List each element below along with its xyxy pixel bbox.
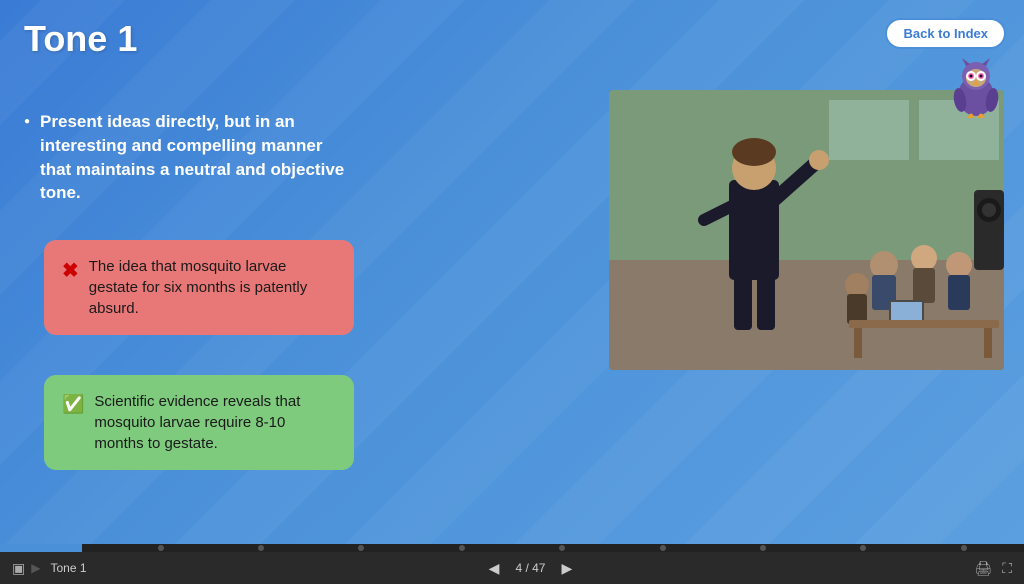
timeline-marker — [158, 545, 164, 551]
incorrect-example-text: The idea that mosquito larvae gestate fo… — [89, 256, 336, 319]
timeline-marker — [559, 545, 565, 551]
next-slide-button[interactable]: ▶ — [557, 560, 576, 577]
incorrect-example-box: ✖ The idea that mosquito larvae gestate … — [44, 240, 354, 335]
slides-icon: ▣ — [12, 560, 25, 577]
current-slide-label: Tone 1 — [46, 561, 86, 575]
lecture-image — [609, 90, 1004, 370]
page-counter: 4 / 47 — [509, 561, 551, 575]
correct-example-text: Scientific evidence reveals that mosquit… — [94, 391, 336, 454]
correct-example-box: ✅ Scientific evidence reveals that mosqu… — [44, 375, 354, 470]
print-icon[interactable]: 🖨 — [974, 560, 992, 577]
bullet-dot: ● — [24, 115, 30, 129]
timeline-marker — [358, 545, 364, 551]
main-bullet: ● Present ideas directly, but in an inte… — [24, 110, 354, 205]
check-icon: ✅ — [62, 392, 84, 417]
timeline-marker — [860, 545, 866, 551]
bullet-text: Present ideas directly, but in an intere… — [40, 110, 354, 205]
fullscreen-icon[interactable]: ⛶ — [1002, 560, 1012, 577]
prev-slide-button[interactable]: ◀ — [485, 560, 504, 577]
timeline-marker — [459, 545, 465, 551]
timeline-marker — [760, 545, 766, 551]
bottom-controls: ▣ ▶ Tone 1 ◀ 4 / 47 ▶ 🖨 ⛶ — [0, 552, 1024, 584]
owl-icon — [946, 58, 1006, 118]
slide-title: Tone 1 — [24, 18, 137, 60]
timeline-marker — [961, 545, 967, 551]
slide-container: Tone 1 Back to Index — [0, 0, 1024, 544]
timeline-marker — [660, 545, 666, 551]
back-to-index-button[interactable]: Back to Index — [885, 18, 1006, 49]
breadcrumb-separator: ▶ — [31, 561, 40, 575]
x-icon: ✖ — [62, 257, 79, 285]
timeline-marker — [258, 545, 264, 551]
timeline-container[interactable] — [0, 544, 1024, 552]
timeline-marker-active — [57, 545, 63, 551]
right-controls: 🖨 ⛶ — [974, 560, 1012, 577]
